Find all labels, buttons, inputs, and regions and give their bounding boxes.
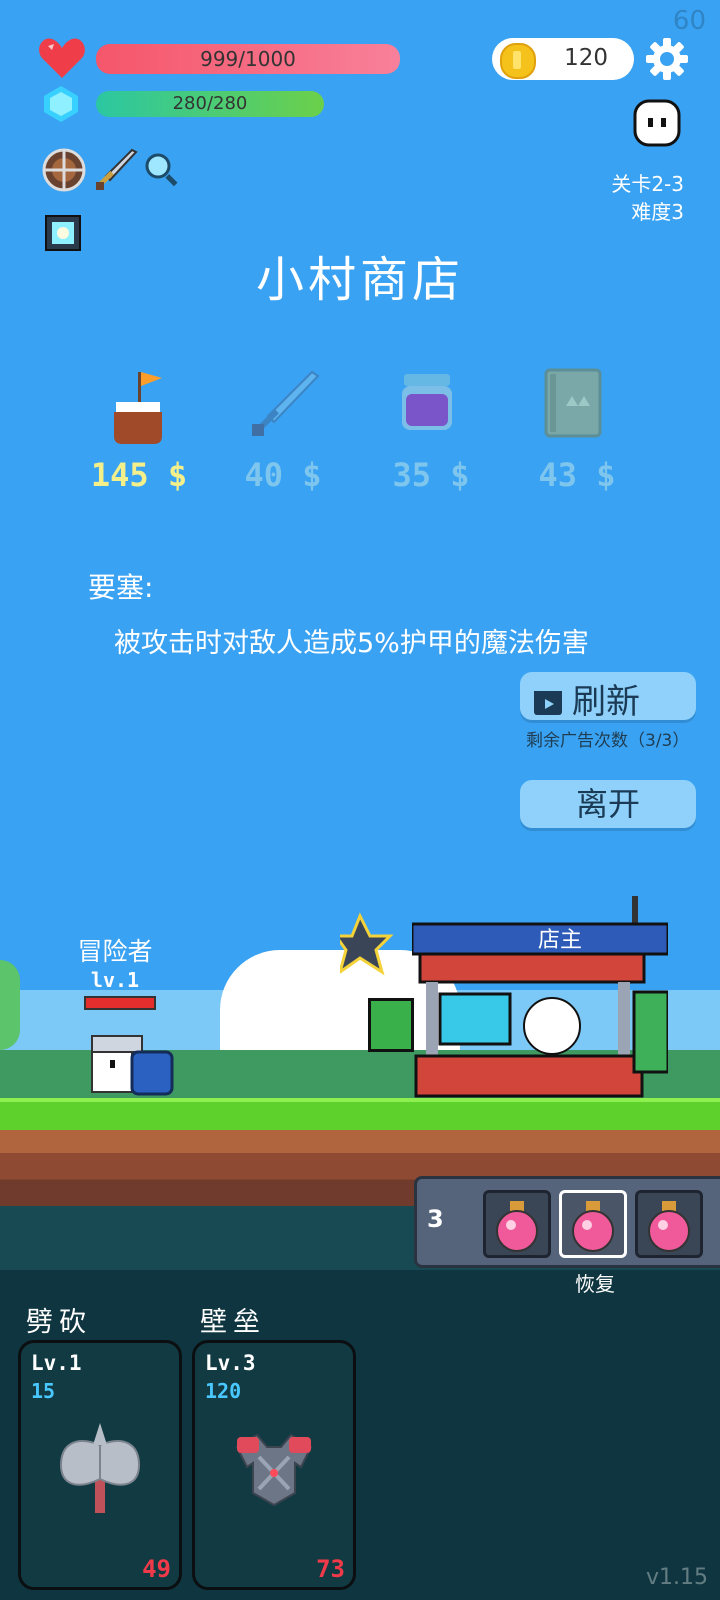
- video-ad-icon: [534, 684, 562, 715]
- heart-icon: [38, 36, 86, 80]
- potion-panel: 3: [414, 1176, 720, 1268]
- shop-item-4-price: 43 $: [538, 456, 616, 494]
- skill-2-cost: 73: [316, 1555, 345, 1583]
- skill-1-value: 15: [31, 1379, 56, 1403]
- potion-count: 3: [427, 1205, 444, 1233]
- shop-item-4-book-icon[interactable]: [544, 368, 602, 438]
- refresh-button[interactable]: 刷新: [520, 672, 696, 722]
- grass: [0, 1098, 720, 1134]
- player-hp-bar: [84, 996, 156, 1010]
- magnifier-icon[interactable]: [142, 150, 180, 188]
- leave-button[interactable]: 离开: [520, 780, 696, 828]
- difficulty-label: 难度3: [631, 200, 684, 224]
- armor-icon: [231, 1427, 317, 1507]
- shop-title: 小村商店: [255, 252, 464, 308]
- ghost-icon[interactable]: [632, 98, 682, 148]
- gold-value: 120: [564, 45, 608, 71]
- refresh-label: 刷新: [572, 682, 640, 722]
- version-label: v1.15: [645, 1565, 708, 1590]
- shop-item-2-sword-icon[interactable]: [248, 368, 320, 440]
- shield-icon[interactable]: [42, 148, 86, 192]
- gold-counter: 120: [492, 38, 634, 80]
- mp-text: 280/280: [172, 93, 248, 114]
- shopkeeper-label: 店主: [537, 928, 582, 953]
- coin-icon: [500, 43, 536, 79]
- potion-slot-1[interactable]: [483, 1190, 551, 1258]
- item-desc-text: 被攻击时对敌人造成5%护甲的魔法伤害: [114, 628, 589, 659]
- axe-icon: [55, 1421, 145, 1515]
- skill-card-1[interactable]: Lv.1 15 49: [18, 1340, 182, 1590]
- player-name: 冒险者: [77, 937, 153, 966]
- shop-item-3-price: 35 $: [392, 456, 470, 494]
- shop-item-3-jar-icon[interactable]: [400, 372, 454, 434]
- potion-label: 恢复: [575, 1272, 615, 1296]
- tree: [0, 960, 20, 1050]
- hp-text: 999/1000: [200, 47, 296, 71]
- skill-1-level: Lv.1: [31, 1351, 82, 1375]
- shop-item-1-flag-pot-icon[interactable]: [104, 372, 174, 448]
- skill-1-name: 劈砍: [26, 1307, 92, 1338]
- stage-info: 关卡2-3 难度3: [611, 170, 684, 226]
- sword-icon[interactable]: [92, 146, 138, 192]
- item-desc-title: 要塞:: [88, 571, 154, 604]
- star-flag-icon: [333, 912, 410, 976]
- skill-card-2[interactable]: Lv.3 120 73: [192, 1340, 356, 1590]
- skill-1-cost: 49: [142, 1555, 171, 1583]
- skill-2-level: Lv.3: [205, 1351, 256, 1375]
- gem-icon: [44, 86, 78, 122]
- shop-item-2-price: 40 $: [244, 456, 322, 494]
- leave-label: 离开: [575, 785, 640, 823]
- green-sign: [368, 998, 414, 1052]
- skill-2-value: 120: [205, 1379, 242, 1403]
- stage-label: 关卡2-3: [611, 172, 684, 196]
- skill-2-name: 壁垒: [200, 1307, 266, 1338]
- fps-counter: 60: [672, 6, 706, 36]
- player-level: lv.1: [90, 968, 140, 992]
- ads-remaining: 剩余广告次数（3/3）: [526, 731, 690, 751]
- shop-item-1-price: 145 $: [90, 456, 188, 494]
- mp-bar: 280/280: [96, 91, 324, 117]
- potion-slot-3[interactable]: [635, 1190, 703, 1258]
- player-knight[interactable]: [86, 1030, 176, 1100]
- hp-bar: 999/1000: [96, 44, 400, 74]
- potion-slot-2[interactable]: [559, 1190, 627, 1258]
- gear-icon[interactable]: [646, 38, 688, 80]
